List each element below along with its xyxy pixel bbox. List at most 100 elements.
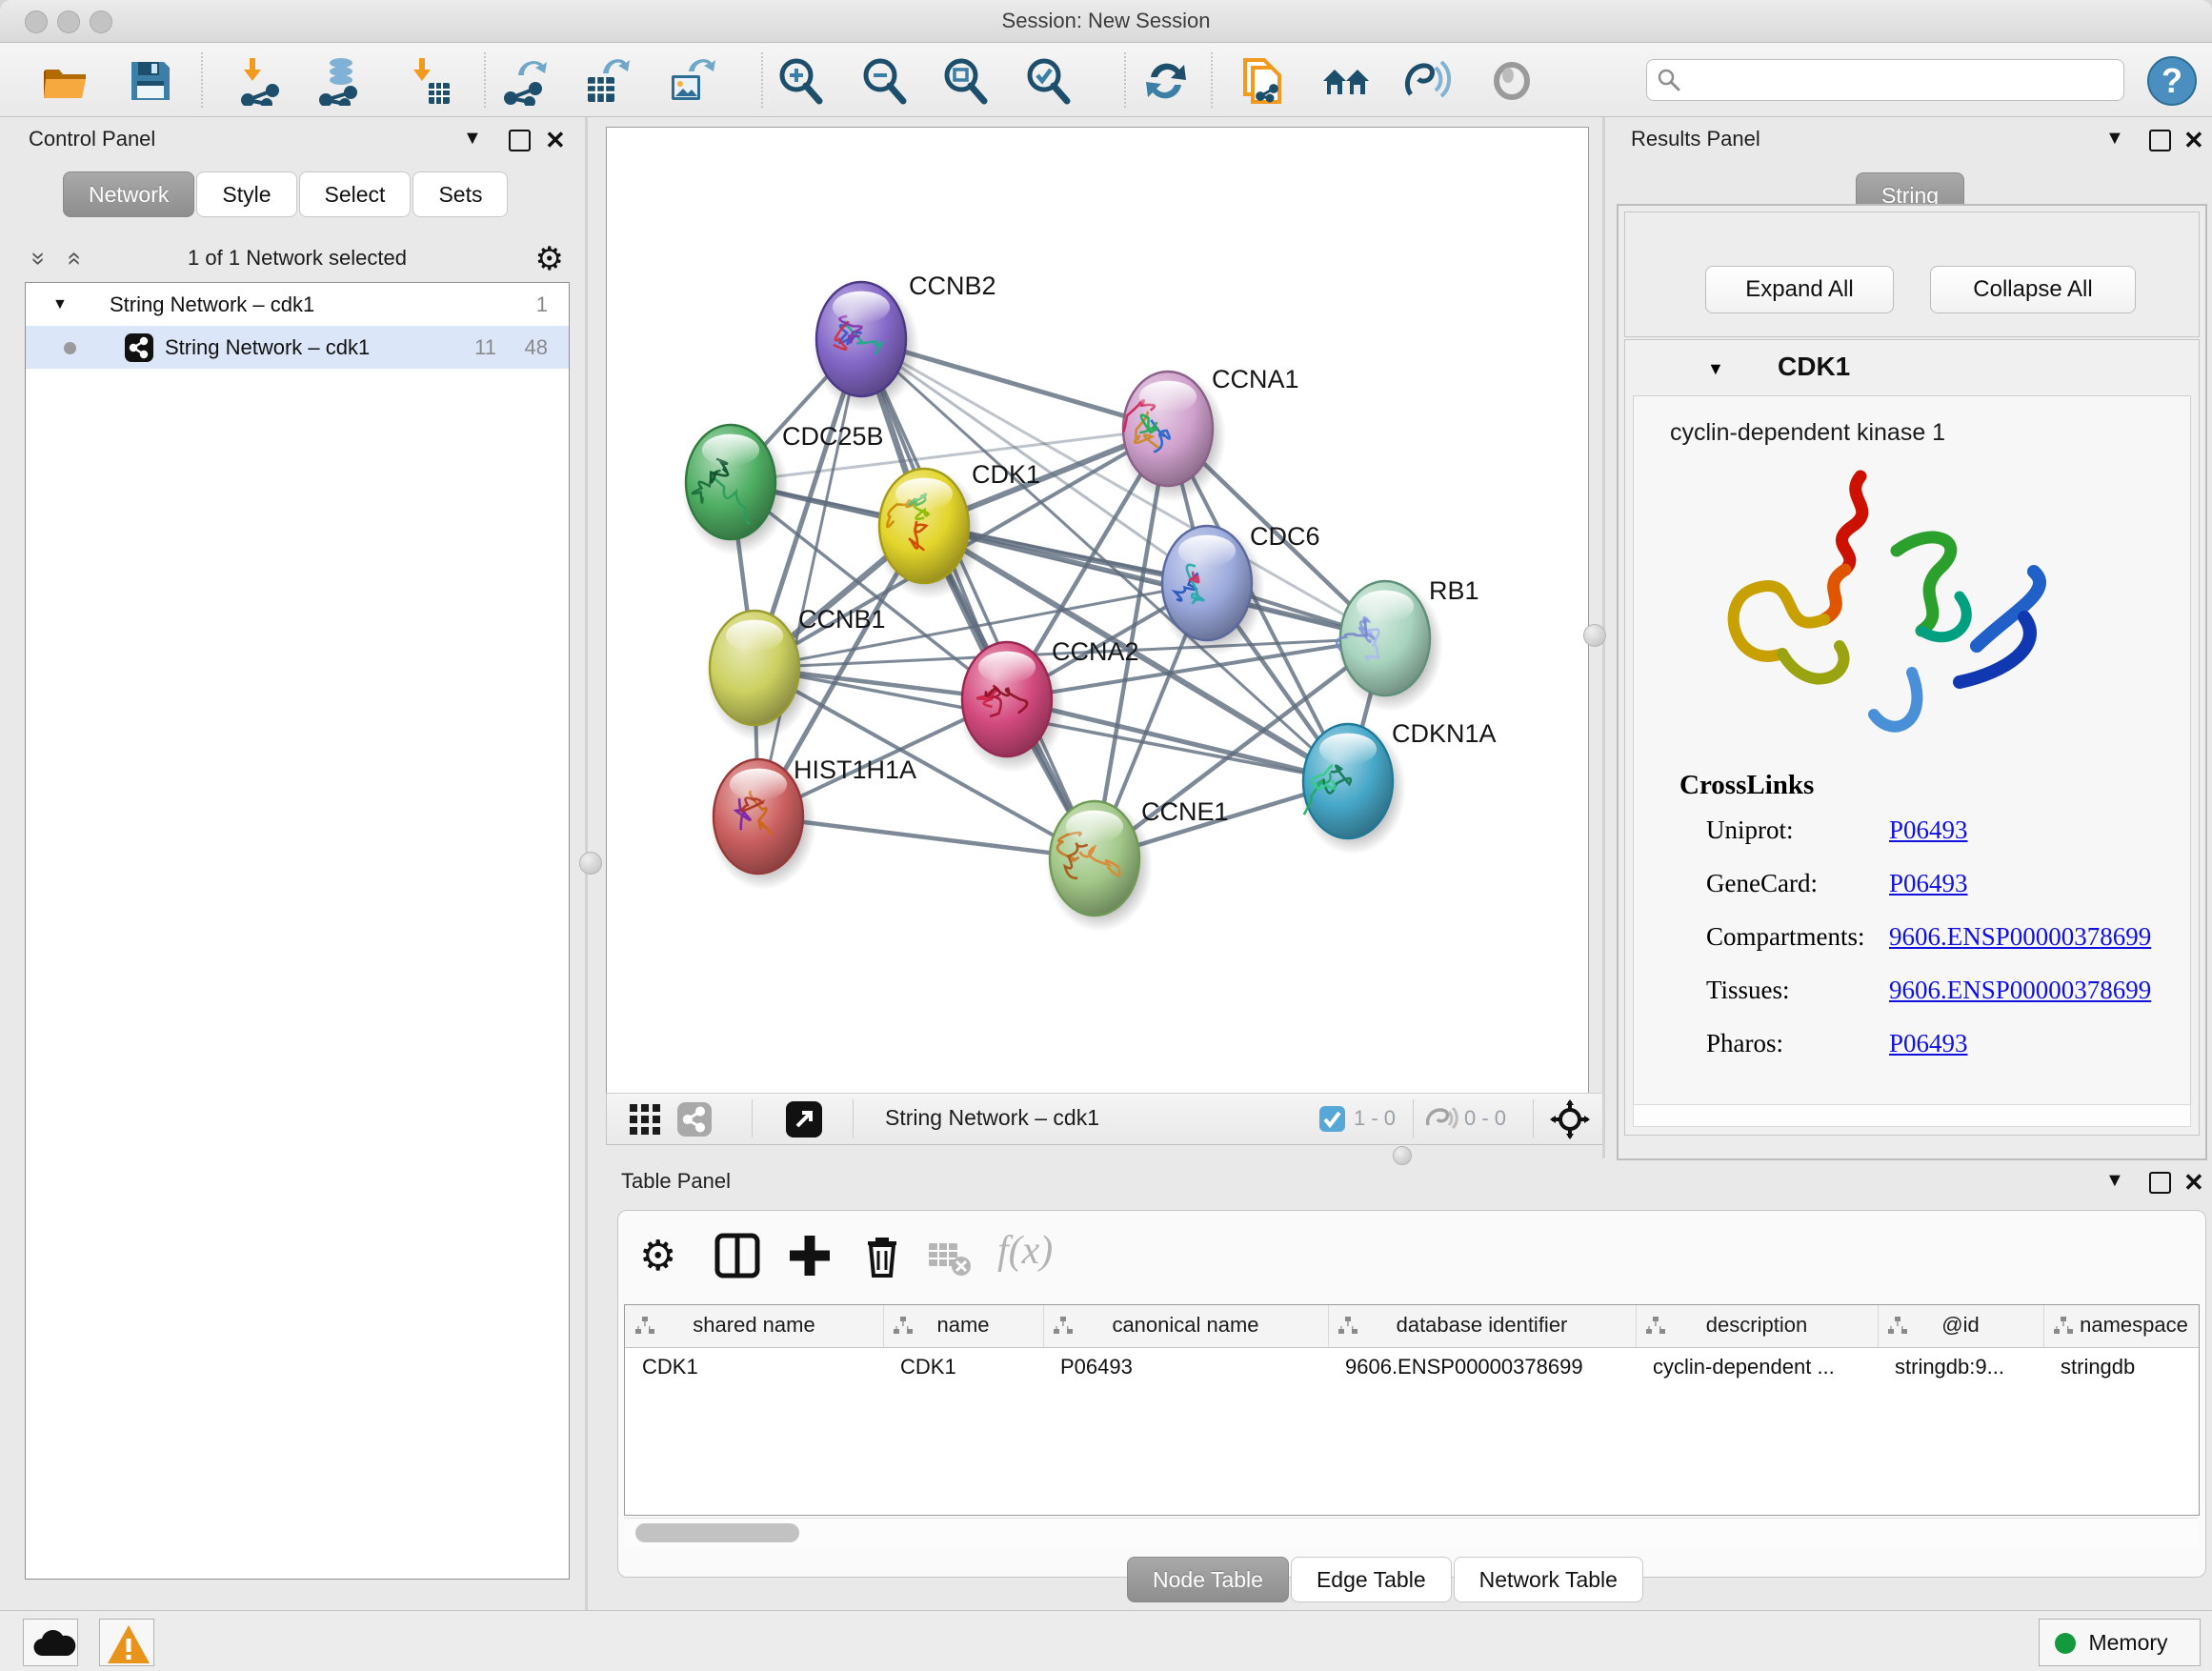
crosslink-link[interactable]: P06493 xyxy=(1889,815,1968,845)
table-hscrollbar[interactable] xyxy=(624,1518,2198,1547)
control-panel-close-icon[interactable]: ✕ xyxy=(545,126,566,155)
control-panel-float-icon[interactable] xyxy=(509,130,531,156)
home-panels-icon[interactable] xyxy=(1321,56,1371,106)
zoom-selected-icon[interactable] xyxy=(1023,56,1073,106)
export-network-icon[interactable] xyxy=(499,56,549,106)
table-cell[interactable]: CDK1 xyxy=(625,1355,881,1379)
tab-node-table[interactable]: Node Table xyxy=(1127,1557,1289,1602)
detach-view-icon[interactable] xyxy=(786,1101,822,1142)
table-panel-collapse-icon[interactable]: ▼ xyxy=(2105,1170,2124,1192)
hidden-eye-icon[interactable] xyxy=(1424,1106,1458,1137)
column-header-namespace[interactable]: namespace xyxy=(2043,1305,2200,1347)
network-node-CCNB1[interactable]: CCNB1 xyxy=(706,605,886,741)
import-network-icon[interactable] xyxy=(234,56,284,106)
save-session-icon[interactable] xyxy=(126,56,175,106)
network-collection-row[interactable]: ▼ String Network – cdk1 1 xyxy=(26,283,569,326)
export-table-icon[interactable] xyxy=(582,56,632,106)
network-node-CDKN1A[interactable]: CDKN1A xyxy=(1299,719,1497,855)
column-header-canonical-name[interactable]: canonical name xyxy=(1043,1305,1329,1347)
zoom-fit-icon[interactable] xyxy=(940,56,990,106)
search-field[interactable] xyxy=(1646,59,2124,101)
column-header-name[interactable]: name xyxy=(883,1305,1044,1347)
add-column-icon[interactable] xyxy=(786,1232,839,1285)
import-network-from-database-icon[interactable] xyxy=(314,56,364,106)
expand-all-button[interactable]: Expand All xyxy=(1705,266,1894,313)
zoom-out-icon[interactable] xyxy=(859,56,909,106)
tab-network[interactable]: Network xyxy=(63,171,194,217)
tab-select[interactable]: Select xyxy=(299,171,412,217)
network-node-RB1[interactable]: RB1 xyxy=(1337,576,1479,712)
search-icon xyxy=(1657,68,1681,92)
collapse-all-button[interactable]: Collapse All xyxy=(1930,266,2136,313)
network-edge-CCNB2-HIST1H1A[interactable] xyxy=(758,339,861,816)
table-cell[interactable]: stringdb:9... xyxy=(1878,1355,2041,1379)
export-image-icon[interactable] xyxy=(666,56,715,106)
crosslink-link[interactable]: 9606.ENSP00000378699 xyxy=(1889,976,2151,1005)
pan-crosshair-icon[interactable] xyxy=(1550,1099,1590,1144)
table-cell[interactable]: P06493 xyxy=(1043,1355,1326,1379)
delete-table-icon[interactable] xyxy=(929,1239,982,1293)
open-session-icon[interactable] xyxy=(42,56,91,106)
function-builder-icon[interactable]: f(x) xyxy=(997,1228,1051,1281)
network-canvas[interactable]: CCNB2CCNA1CDC25BCDK1CDC6RB1CCNB1CCNA2CDK… xyxy=(606,127,1589,1094)
right-splitter-handle[interactable] xyxy=(1583,624,1606,647)
network-options-gear-icon[interactable]: ⚙ xyxy=(535,240,564,278)
warning-button[interactable] xyxy=(99,1619,154,1666)
selected-checkbox-icon[interactable] xyxy=(1319,1106,1345,1137)
table-panel-float-icon[interactable] xyxy=(2149,1172,2171,1198)
gene-card-header[interactable]: ▼ CDK1 xyxy=(1625,340,2199,395)
table-cell[interactable]: cyclin-dependent ... xyxy=(1636,1355,1876,1379)
results-panel-float-icon[interactable] xyxy=(2149,130,2171,156)
import-table-icon[interactable] xyxy=(404,56,453,106)
network-node-CCNE1[interactable]: CCNE1 xyxy=(1046,797,1229,932)
network-share-icon[interactable] xyxy=(677,1102,712,1141)
status-bar: Memory xyxy=(0,1610,2212,1671)
crosslink-link[interactable]: P06493 xyxy=(1889,1029,1968,1058)
memory-status-dot-icon xyxy=(2055,1633,2076,1654)
table-hscrollbar-thumb[interactable] xyxy=(635,1523,799,1542)
crosslink-link[interactable]: 9606.ENSP00000378699 xyxy=(1889,922,2151,952)
search-input[interactable] xyxy=(1689,62,2112,96)
help-icon[interactable]: ? xyxy=(2145,54,2195,104)
table-settings-gear-icon[interactable]: ⚙ xyxy=(639,1232,693,1285)
clone-network-icon[interactable] xyxy=(1237,56,1287,106)
tab-style[interactable]: Style xyxy=(196,171,296,217)
birdseye-grid-icon[interactable] xyxy=(630,1104,662,1139)
network-row[interactable]: String Network – cdk1 11 48 xyxy=(26,326,569,369)
network-node-CDC6[interactable]: CDC6 xyxy=(1158,522,1320,656)
tab-edge-table[interactable]: Edge Table xyxy=(1291,1557,1452,1602)
network-node-CDC25B[interactable]: CDC25B xyxy=(682,422,884,555)
network-node-CCNA1[interactable]: CCNA1 xyxy=(1119,365,1299,502)
crosslink-link[interactable]: P06493 xyxy=(1889,869,1968,898)
results-panel-close-icon[interactable]: ✕ xyxy=(2183,126,2204,155)
collection-expander-icon[interactable]: ▼ xyxy=(52,283,68,326)
delete-column-icon[interactable] xyxy=(858,1232,912,1285)
cloud-button[interactable] xyxy=(23,1619,78,1666)
refresh-icon[interactable] xyxy=(1141,56,1191,106)
results-panel-collapse-icon[interactable]: ▼ xyxy=(2105,128,2124,150)
gene-expander-icon[interactable]: ▼ xyxy=(1707,359,1724,379)
title-bar: Session: New Session xyxy=(0,0,2212,43)
left-splitter-handle[interactable] xyxy=(579,852,602,875)
show-panel-icon[interactable] xyxy=(1487,56,1537,106)
network-node-CCNB2[interactable]: CCNB2 xyxy=(813,272,996,413)
network-node-HIST1H1A[interactable]: HIST1H1A xyxy=(710,755,916,890)
column-header--id[interactable]: @id xyxy=(1878,1305,2044,1347)
svg-text:?: ? xyxy=(2162,61,2182,100)
control-panel-collapse-icon[interactable]: ▼ xyxy=(463,128,482,150)
hide-panels-icon[interactable] xyxy=(1401,56,1451,106)
horizontal-splitter-handle[interactable] xyxy=(1393,1146,1412,1165)
column-header-database-identifier[interactable]: database identifier xyxy=(1328,1305,1637,1347)
table-panel-close-icon[interactable]: ✕ xyxy=(2183,1168,2204,1198)
tab-network-table[interactable]: Network Table xyxy=(1454,1557,1643,1602)
table-cell[interactable]: 9606.ENSP00000378699 xyxy=(1328,1355,1634,1379)
memory-button[interactable]: Memory xyxy=(2039,1619,2201,1666)
table-cell[interactable]: stringdb xyxy=(2043,1355,2200,1379)
column-header-description[interactable]: description xyxy=(1636,1305,1879,1347)
table-cell[interactable]: CDK1 xyxy=(883,1355,1041,1379)
tab-sets[interactable]: Sets xyxy=(412,171,508,217)
column-selector-icon[interactable] xyxy=(714,1232,767,1285)
results-scrollbar[interactable] xyxy=(1633,1104,2191,1127)
zoom-in-icon[interactable] xyxy=(775,56,825,106)
column-header-shared-name[interactable]: shared name xyxy=(625,1305,884,1347)
